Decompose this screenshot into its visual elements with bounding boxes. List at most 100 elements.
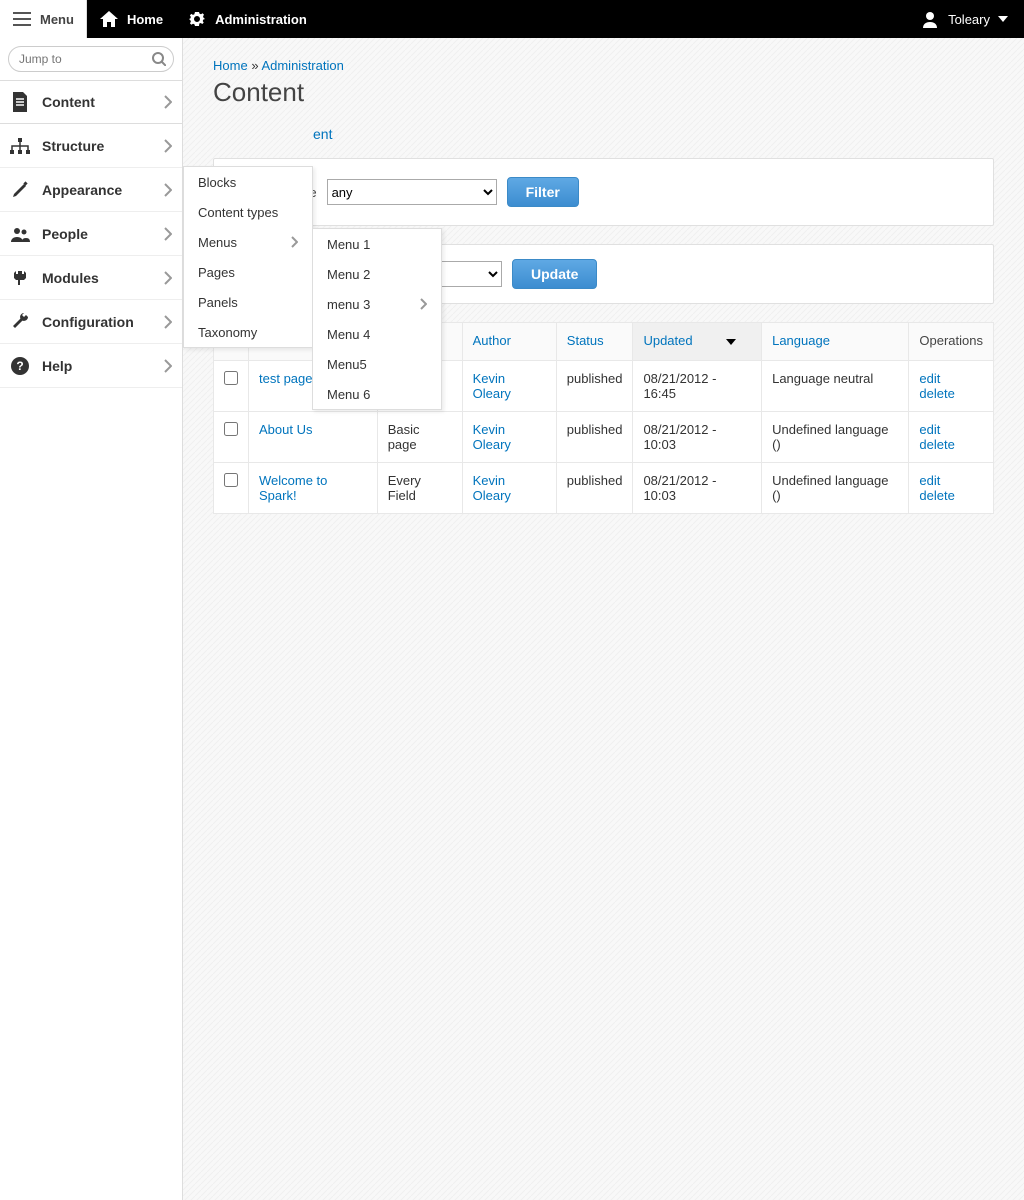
chevron-right-icon	[291, 236, 298, 248]
row-language: Undefined language ()	[762, 463, 909, 514]
chevron-right-icon	[164, 315, 172, 329]
submenu2-item-menu1[interactable]: Menu 1	[313, 229, 441, 259]
submenu-menus: Menu 1 Menu 2 menu 3 Menu 4 Menu5 Menu 6	[312, 228, 442, 410]
submenu-item-pages[interactable]: Pages	[184, 257, 312, 287]
row-language: Language neutral	[762, 361, 909, 412]
col-status[interactable]: Status	[567, 333, 604, 348]
svg-text:?: ?	[16, 359, 23, 373]
menu-toggle[interactable]: Menu	[0, 0, 87, 38]
chevron-right-icon	[164, 227, 172, 241]
sidebar-item-configuration[interactable]: Configuration	[0, 300, 182, 344]
chevron-right-icon	[164, 95, 172, 109]
col-language[interactable]: Language	[772, 333, 830, 348]
chevron-right-icon	[164, 183, 172, 197]
sidebar-item-modules[interactable]: Modules	[0, 256, 182, 300]
filter-panel: type any Filter	[213, 158, 994, 226]
paintbrush-icon	[10, 180, 30, 200]
row-author-link[interactable]: Kevin Oleary	[473, 473, 546, 503]
sort-desc-icon	[726, 339, 736, 345]
filter-button[interactable]: Filter	[507, 177, 579, 207]
row-status: published	[556, 463, 633, 514]
sidebar-label: Structure	[42, 138, 152, 154]
submenu-structure: Blocks Content types Menus Pages Panels …	[183, 166, 313, 348]
chevron-right-icon	[164, 271, 172, 285]
sidebar-item-help[interactable]: ? Help	[0, 344, 182, 388]
chevron-right-icon	[164, 139, 172, 153]
sidebar-item-structure[interactable]: Structure	[0, 124, 182, 168]
col-operations: Operations	[909, 323, 994, 361]
row-updated: 08/21/2012 - 10:03	[633, 412, 762, 463]
sidebar-item-people[interactable]: People	[0, 212, 182, 256]
sidebar-label: Content	[42, 94, 152, 110]
row-title-link[interactable]: About Us	[259, 422, 367, 437]
admin-label: Administration	[215, 12, 307, 27]
sidebar-item-appearance[interactable]: Appearance	[0, 168, 182, 212]
hamburger-icon	[12, 9, 32, 29]
wrench-icon	[10, 312, 30, 332]
plug-icon	[10, 268, 30, 288]
breadcrumb-home[interactable]: Home	[213, 58, 248, 73]
row-edit-link[interactable]: edit	[919, 422, 983, 437]
submenu2-item-menu2[interactable]: Menu 2	[313, 259, 441, 289]
top-bar: Menu Home Administration Toleary	[0, 0, 1024, 38]
search-input[interactable]	[8, 46, 174, 72]
chevron-right-icon	[164, 359, 172, 373]
submenu-item-menus[interactable]: Menus	[184, 227, 312, 257]
row-delete-link[interactable]: delete	[919, 386, 983, 401]
gear-icon	[187, 9, 207, 29]
table-row: About Us Basic page Kevin Oleary published0…	[214, 412, 994, 463]
chevron-down-icon	[998, 16, 1008, 22]
row-status: published	[556, 412, 633, 463]
row-status: published	[556, 361, 633, 412]
sidebar-label: Configuration	[42, 314, 152, 330]
breadcrumb: Home » Administration	[213, 58, 994, 73]
row-delete-link[interactable]: delete	[919, 437, 983, 452]
col-author[interactable]: Author	[473, 333, 511, 348]
row-type: Basic page	[377, 412, 462, 463]
add-content-link[interactable]: ent	[313, 126, 332, 142]
user-icon	[920, 9, 940, 29]
row-author-link[interactable]: Kevin Oleary	[473, 422, 546, 452]
sidebar-label: Modules	[42, 270, 152, 286]
table-row: Welcome to Spark! Every Field Kevin Oleary…	[214, 463, 994, 514]
home-icon	[99, 9, 119, 29]
submenu-item-content-types[interactable]: Content types	[184, 197, 312, 227]
filter-type-select[interactable]: any	[327, 179, 497, 205]
update-button[interactable]: Update	[512, 259, 597, 289]
row-edit-link[interactable]: edit	[919, 371, 983, 386]
search-icon[interactable]	[152, 52, 166, 66]
breadcrumb-admin[interactable]: Administration	[261, 58, 343, 73]
help-icon: ?	[10, 356, 30, 376]
row-delete-link[interactable]: delete	[919, 488, 983, 503]
sidebar-label: Help	[42, 358, 152, 374]
submenu-item-taxonomy[interactable]: Taxonomy	[184, 317, 312, 347]
row-checkbox[interactable]	[224, 473, 238, 487]
row-checkbox[interactable]	[224, 422, 238, 436]
row-language: Undefined language ()	[762, 412, 909, 463]
nav-administration[interactable]: Administration	[175, 0, 319, 38]
row-title-link[interactable]: Welcome to Spark!	[259, 473, 367, 503]
page-title: Content	[213, 77, 994, 108]
document-icon	[10, 92, 30, 112]
user-menu[interactable]: Toleary	[904, 0, 1024, 38]
menu-label: Menu	[40, 12, 74, 27]
submenu2-item-menu4[interactable]: Menu 4	[313, 319, 441, 349]
sidebar-item-content[interactable]: Content	[0, 80, 182, 124]
submenu2-item-menu6[interactable]: Menu 6	[313, 379, 441, 409]
submenu2-item-menu3[interactable]: menu 3	[313, 289, 441, 319]
row-type: Every Field	[377, 463, 462, 514]
row-checkbox[interactable]	[224, 371, 238, 385]
submenu-item-panels[interactable]: Panels	[184, 287, 312, 317]
sidebar: Content Structure Appearance People	[0, 38, 183, 1200]
row-author-link[interactable]: Kevin Oleary	[473, 371, 546, 401]
home-label: Home	[127, 12, 163, 27]
col-updated[interactable]: Updated	[643, 333, 692, 348]
row-edit-link[interactable]: edit	[919, 473, 983, 488]
submenu-item-blocks[interactable]: Blocks	[184, 167, 312, 197]
submenu2-item-menu5[interactable]: Menu5	[313, 349, 441, 379]
user-name: Toleary	[948, 12, 990, 27]
breadcrumb-sep: »	[251, 58, 258, 73]
hierarchy-icon	[10, 136, 30, 156]
nav-home[interactable]: Home	[87, 0, 175, 38]
search-wrap	[0, 38, 182, 80]
